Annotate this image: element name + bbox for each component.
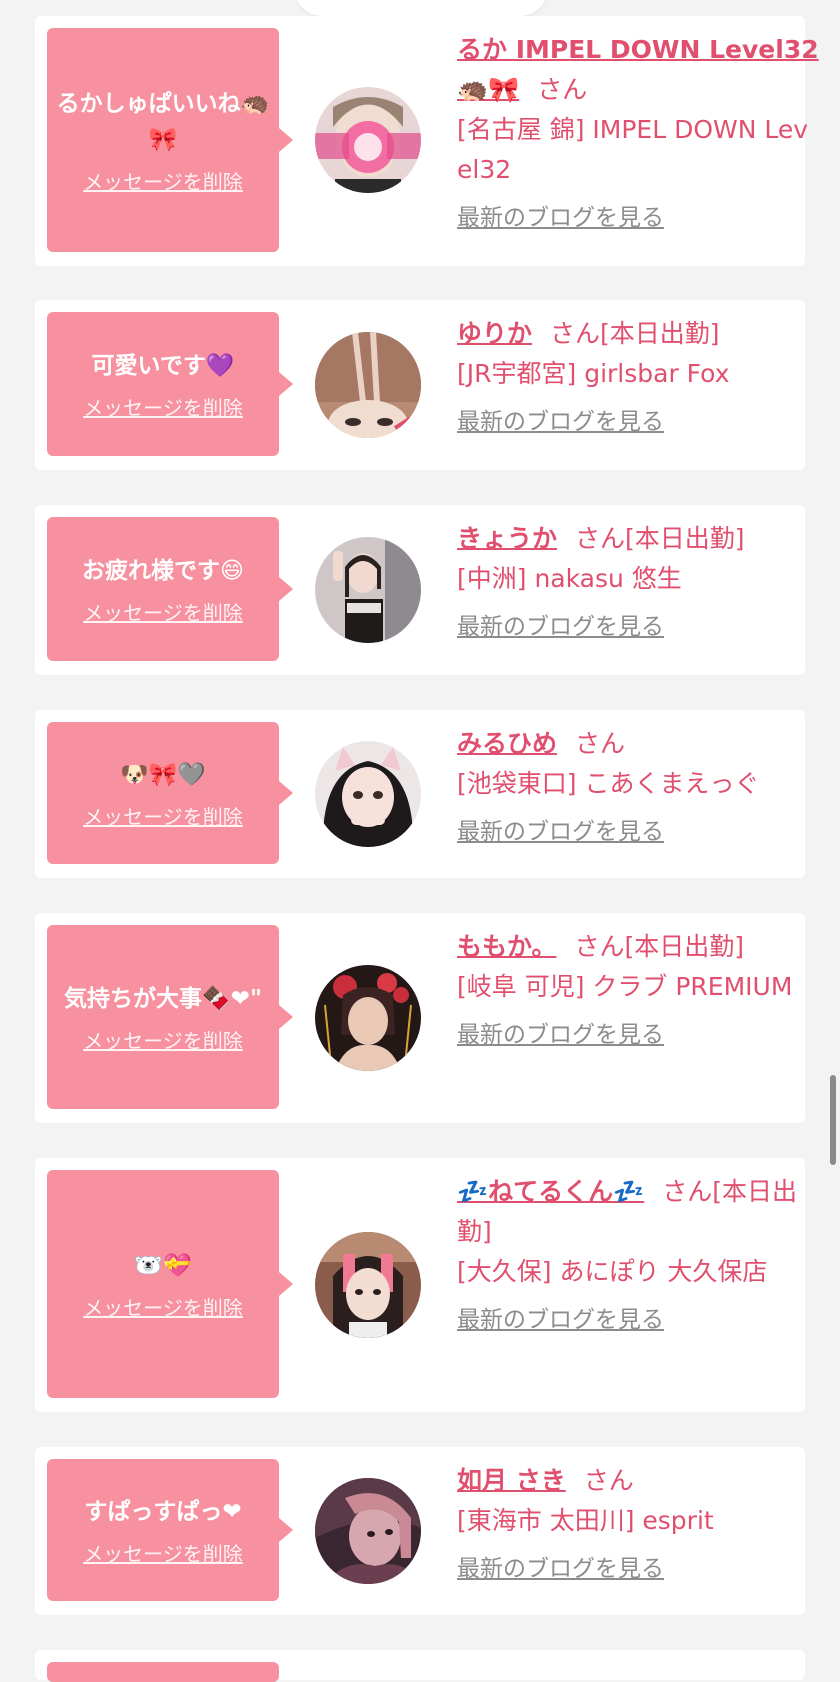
message-card: すぱっすぱっ❤ メッセージを削除 如月 さき さん [東海市 太田川] espri… bbox=[35, 1447, 805, 1615]
message-card: 🐻‍❄️💝 メッセージを削除 💤ねてるくん💤 さん[本日出勤] [大久保] あにぽ… bbox=[35, 1158, 805, 1412]
latest-blog-link[interactable]: 最新のブログを見る bbox=[457, 607, 664, 647]
latest-blog-link[interactable]: 最新のブログを見る bbox=[457, 1300, 664, 1340]
cast-info: 如月 さき さん [東海市 太田川] esprit 最新のブログを見る bbox=[457, 1461, 822, 1589]
delete-message-button[interactable]: メッセージを削除 bbox=[83, 1538, 243, 1567]
cast-info: 💤ねてるくん💤 さん[本日出勤] [大久保] あにぽり 大久保店 最新のブログを見… bbox=[457, 1172, 822, 1340]
cast-info: るか IMPEL DOWN Level32🦔🎀 さん [名古屋 錦] IMPEL … bbox=[457, 30, 822, 238]
shop-name: [東海市 太田川] esprit bbox=[457, 1506, 714, 1535]
delete-message-button[interactable]: メッセージを削除 bbox=[83, 597, 243, 626]
cast-info: みるひめ さん [池袋東口] こあくまえっぐ 最新のブログを見る bbox=[457, 724, 822, 852]
shop-name: [大久保] あにぽり 大久保店 bbox=[457, 1257, 768, 1286]
honorific-label: さん bbox=[583, 1466, 634, 1495]
delete-message-button[interactable]: メッセージを削除 bbox=[83, 1292, 243, 1321]
latest-blog-link[interactable]: 最新のブログを見る bbox=[457, 1549, 664, 1589]
profile-photo-icon bbox=[315, 741, 421, 847]
cast-name-link[interactable]: みるひめ bbox=[457, 729, 557, 758]
shop-name: [岐阜 可児] クラブ PREMIUM bbox=[457, 972, 793, 1001]
message-card: 気持ちが大事🍫❤" メッセージを削除 ももか。 さん[本日出勤] [岐阜 可児] … bbox=[35, 913, 805, 1123]
message-bubble: お疲れ様です😄 メッセージを削除 bbox=[47, 517, 293, 661]
shop-name: [名古屋 錦] IMPEL DOWN Level32 bbox=[457, 115, 809, 184]
cast-name-link[interactable]: るか IMPEL DOWN Level32🦔🎀 bbox=[457, 35, 819, 104]
message-card: るかしゅぱいいね🦔🎀 メッセージを削除 るか IMPEL DOWN Level3… bbox=[35, 16, 819, 266]
message-bubble: 🐻‍❄️💝 メッセージを削除 bbox=[47, 1170, 293, 1398]
message-card: 🐶🎀🩶 メッセージを削除 みるひめ さん [池袋東口] こあくまえっぐ 最新のブロ… bbox=[35, 710, 805, 878]
message-text: すぱっすぱっ❤ bbox=[84, 1498, 242, 1525]
cast-name-link[interactable]: ももか。 bbox=[457, 932, 557, 961]
avatar[interactable] bbox=[315, 965, 421, 1071]
work-status: [本日出勤] bbox=[600, 319, 720, 348]
message-bubble: 可愛いです💜 メッセージを削除 bbox=[47, 312, 293, 456]
work-status: [本日出勤] bbox=[624, 932, 745, 961]
message-text: 🐶🎀🩶 bbox=[120, 761, 206, 788]
work-status: [本日出勤] bbox=[625, 524, 745, 553]
shop-name: [JR宇都宮] girlsbar Fox bbox=[457, 359, 730, 388]
message-bubble: るかしゅぱいいね🦔🎀 メッセージを削除 bbox=[47, 28, 293, 252]
delete-message-button[interactable]: メッセージを削除 bbox=[83, 392, 243, 421]
cast-name-link[interactable]: ゆりか bbox=[457, 319, 532, 348]
message-bubble: 気持ちが大事🍫❤" メッセージを削除 bbox=[47, 925, 293, 1109]
latest-blog-link[interactable]: 最新のブログを見る bbox=[457, 1015, 664, 1055]
cast-info: ゆりか さん[本日出勤] [JR宇都宮] girlsbar Fox 最新のブログを… bbox=[457, 314, 822, 442]
profile-photo-icon bbox=[315, 87, 421, 193]
latest-blog-link[interactable]: 最新のブログを見る bbox=[457, 198, 664, 238]
avatar[interactable] bbox=[315, 1232, 421, 1338]
profile-photo-icon bbox=[315, 332, 421, 438]
avatar[interactable] bbox=[315, 332, 421, 438]
message-bubble bbox=[47, 1662, 279, 1682]
top-tab-handle bbox=[294, 0, 548, 16]
delete-message-button[interactable]: メッセージを削除 bbox=[83, 166, 243, 195]
latest-blog-link[interactable]: 最新のブログを見る bbox=[457, 402, 664, 442]
profile-photo-icon bbox=[315, 965, 421, 1071]
message-bubble: すぱっすぱっ❤ メッセージを削除 bbox=[47, 1459, 293, 1601]
message-card: お疲れ様です😄 メッセージを削除 きょうか さん[本日出勤] [中洲] nakas… bbox=[35, 505, 805, 675]
avatar[interactable] bbox=[315, 741, 421, 847]
cast-name-link[interactable]: 如月 さき bbox=[457, 1466, 566, 1495]
honorific-label: さん bbox=[537, 75, 588, 104]
message-text: お疲れ様です😄 bbox=[82, 557, 244, 584]
scrollbar[interactable] bbox=[830, 1075, 836, 1165]
message-bubble: 🐶🎀🩶 メッセージを削除 bbox=[47, 722, 293, 864]
latest-blog-link[interactable]: 最新のブログを見る bbox=[457, 812, 664, 852]
message-text: 可愛いです💜 bbox=[91, 352, 235, 379]
delete-message-button[interactable]: メッセージを削除 bbox=[83, 801, 243, 830]
profile-photo-icon bbox=[315, 537, 421, 643]
cast-name-link[interactable]: 💤ねてるくん💤 bbox=[457, 1177, 644, 1206]
honorific-label: さん bbox=[550, 319, 601, 348]
cast-info: きょうか さん[本日出勤] [中洲] nakasu 悠生 最新のブログを見る bbox=[457, 519, 822, 647]
cast-info: ももか。 さん[本日出勤] [岐阜 可児] クラブ PREMIUM 最新のブログを… bbox=[457, 927, 822, 1055]
cast-name-link[interactable]: きょうか bbox=[457, 524, 557, 553]
message-text: 🐻‍❄️💝 bbox=[134, 1252, 192, 1279]
message-text: るかしゅぱいいね🦔🎀 bbox=[56, 90, 270, 153]
avatar[interactable] bbox=[315, 1478, 421, 1584]
honorific-label: さん bbox=[574, 932, 625, 961]
message-card: 可愛いです💜 メッセージを削除 ゆりか さん[本日出勤] [JR宇都宮] girl… bbox=[35, 300, 805, 470]
shop-name: [池袋東口] こあくまえっぐ bbox=[457, 769, 760, 798]
honorific-label: さん bbox=[575, 729, 626, 758]
honorific-label: さん bbox=[662, 1177, 713, 1206]
delete-message-button[interactable]: メッセージを削除 bbox=[83, 1025, 243, 1054]
avatar[interactable] bbox=[315, 537, 421, 643]
message-text: 気持ちが大事🍫❤" bbox=[64, 985, 262, 1012]
shop-name: [中洲] nakasu 悠生 bbox=[457, 564, 682, 593]
honorific-label: さん bbox=[575, 524, 626, 553]
profile-photo-icon bbox=[315, 1232, 421, 1338]
message-card-partial bbox=[35, 1650, 805, 1682]
profile-photo-icon bbox=[315, 1478, 421, 1584]
avatar[interactable] bbox=[315, 87, 421, 193]
